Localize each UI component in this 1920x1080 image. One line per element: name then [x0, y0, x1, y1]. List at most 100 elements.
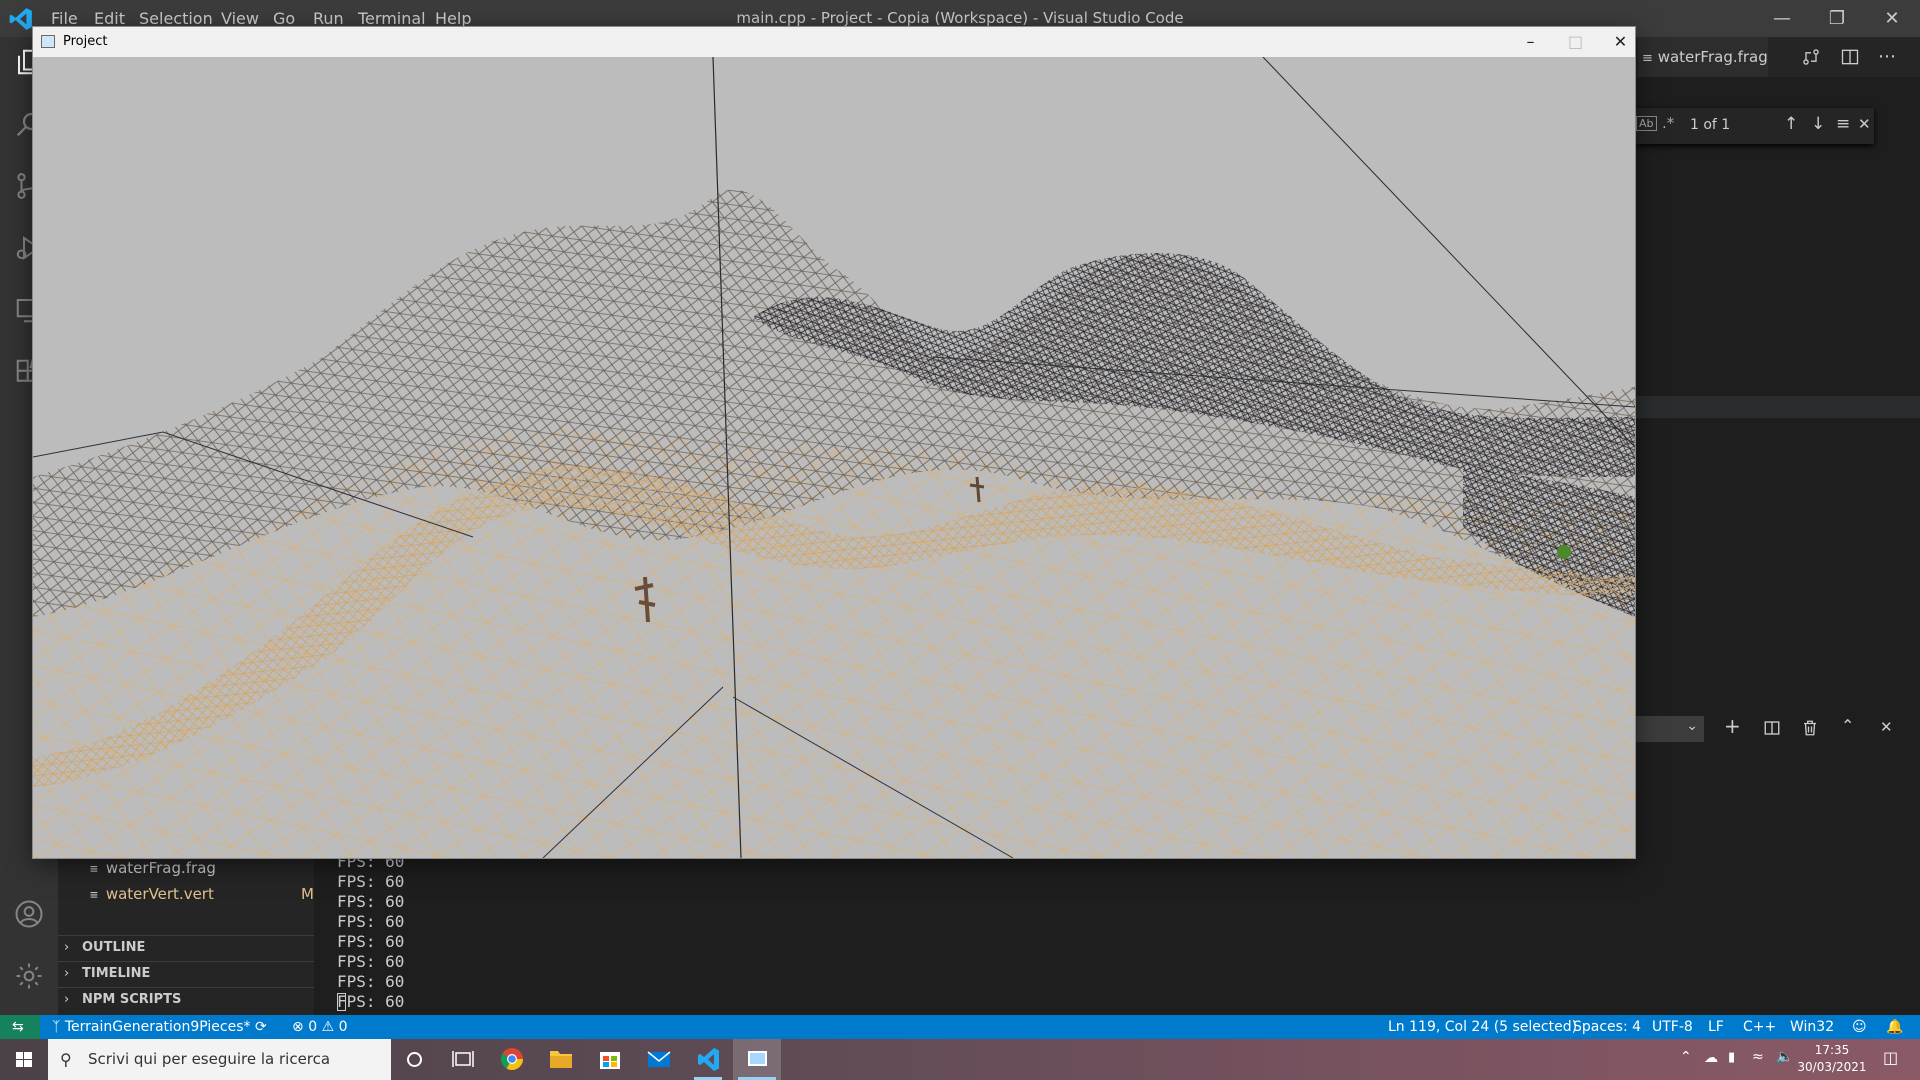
chevron-right-icon: › [64, 966, 70, 981]
terminal-line: FPS: 60 [337, 892, 405, 911]
desktop: File Edit Selection View Go Run Terminal… [0, 0, 1920, 1080]
file-lines-icon: ≡ [90, 862, 98, 877]
window-title: main.cpp - Project - Copia (Workspace) -… [736, 9, 1184, 27]
terminal-line: FPS: 60 [337, 872, 405, 891]
section-label: TIMELINE [82, 966, 151, 981]
indentation[interactable]: Spaces: 4 [1573, 1015, 1641, 1039]
new-terminal-icon[interactable]: + [1724, 714, 1741, 738]
onedrive-cloud-icon[interactable]: ☁ [1704, 1050, 1718, 1066]
file-item-watervert[interactable]: ≡ waterVert.vert M [90, 885, 314, 903]
file-name: waterVert.vert [105, 885, 214, 903]
file-item-waterfrag[interactable]: ≡ waterFrag.frag [90, 859, 216, 877]
split-terminal-icon[interactable] [1763, 719, 1781, 737]
file-name: waterFrag.frag [105, 859, 216, 877]
cursor-position[interactable]: Ln 119, Col 24 (5 selected) [1388, 1015, 1577, 1039]
status-bar: ⇆ ᛉ TerrainGeneration9Pieces* ⟳ ⊗ 0 ⚠ 0 … [0, 1015, 1920, 1039]
warning-icon: ⚠ [321, 1019, 335, 1035]
feedback-icon[interactable]: ☺ [1852, 1015, 1867, 1039]
line-ending[interactable]: LF [1708, 1015, 1724, 1039]
terminal-select[interactable]: ⌄ [1636, 716, 1704, 742]
section-npm-scripts[interactable]: › NPM SCRIPTS [58, 987, 314, 1013]
more-actions-icon[interactable]: ⋯ [1878, 46, 1896, 67]
task-view-icon[interactable] [439, 1039, 487, 1080]
chevron-right-icon: › [64, 992, 70, 1007]
match-word-icon[interactable]: Ab [1636, 116, 1657, 131]
clock-date: 30/03/2021 [1797, 1060, 1867, 1074]
branch-name: TerrainGeneration9Pieces* [64, 1019, 251, 1035]
section-label: NPM SCRIPTS [82, 992, 182, 1007]
file-lines-icon: ≡ [90, 888, 98, 903]
project-window-titlebar[interactable]: Project – □ ✕ [33, 27, 1635, 57]
section-timeline[interactable]: › TIMELINE [58, 961, 314, 987]
find-widget: Ab .* 1 of 1 ↑ ↓ ≡ ✕ [1636, 108, 1874, 144]
vscode-taskbar-icon[interactable] [684, 1039, 732, 1080]
git-branch-icon: ᛉ [52, 1019, 61, 1035]
accounts-icon[interactable] [14, 899, 44, 929]
warning-count: 0 [338, 1019, 348, 1035]
trash-icon[interactable] [1801, 719, 1819, 737]
branch-indicator[interactable]: ᛉ TerrainGeneration9Pieces* [52, 1015, 251, 1039]
error-count: 0 [308, 1019, 318, 1035]
terminal-line: FPS: 60 [337, 992, 405, 1011]
battery-icon[interactable]: ▮ [1728, 1050, 1735, 1065]
project-window-title: Project [63, 34, 108, 49]
cortana-icon[interactable] [391, 1039, 439, 1080]
wifi-icon[interactable]: ≈ [1752, 1049, 1764, 1065]
render-viewport[interactable] [33, 57, 1635, 858]
tray-clock[interactable]: 17:35 30/03/2021 [1790, 1042, 1874, 1076]
close-icon[interactable]: ✕ [1869, 4, 1915, 34]
problems-indicator[interactable]: ⊗ 0 ⚠ 0 [292, 1015, 348, 1039]
app-window-icon [41, 35, 55, 48]
taskbar-search[interactable]: ⚲ Scrivi qui per eseguire la ricerca [48, 1039, 391, 1080]
encoding[interactable]: UTF-8 [1652, 1015, 1693, 1039]
remote-icon: ⇆ [12, 1019, 24, 1035]
compare-changes-icon[interactable] [1801, 47, 1821, 67]
tab-label: waterFrag.frag [1657, 48, 1768, 66]
sync-icon[interactable]: ⟳ [255, 1015, 267, 1039]
action-center-icon[interactable]: ◫ [1883, 1048, 1898, 1067]
remote-indicator[interactable]: ⇆ [0, 1015, 40, 1039]
split-editor-icon[interactable] [1840, 47, 1860, 67]
terminal-line: FPS: 60 [337, 912, 405, 931]
error-icon: ⊗ [292, 1019, 304, 1035]
settings-gear-icon[interactable] [14, 961, 44, 991]
magnifier-icon: ⚲ [60, 1050, 72, 1069]
minimize-icon[interactable]: — [1759, 4, 1805, 34]
git-modified-badge: M [301, 885, 314, 903]
project-window[interactable]: Project – □ ✕ [33, 27, 1635, 858]
project-taskbar-button[interactable] [733, 1039, 781, 1080]
platform[interactable]: Win32 [1790, 1015, 1834, 1039]
chrome-icon[interactable] [488, 1039, 536, 1080]
close-icon[interactable]: ✕ [1598, 27, 1643, 57]
notifications-bell-icon[interactable]: 🔔 [1886, 1015, 1903, 1039]
mail-icon[interactable] [635, 1039, 683, 1080]
tray-chevron-up-icon[interactable]: ⌃ [1680, 1049, 1692, 1065]
chevron-right-icon: › [64, 940, 70, 955]
tab-waterfrag[interactable]: ≡ waterFrag.frag [1638, 37, 1768, 77]
close-panel-icon[interactable]: ✕ [1880, 718, 1893, 736]
maximize-icon[interactable]: □ [1553, 27, 1598, 57]
arrow-up-icon[interactable]: ↑ [1784, 114, 1798, 134]
chevron-down-icon: ⌄ [1686, 718, 1698, 734]
maximize-panel-icon[interactable]: ⌃ [1841, 716, 1854, 735]
file-lines-icon: ≡ [1642, 51, 1653, 66]
section-label: OUTLINE [82, 940, 146, 955]
regex-icon[interactable]: .* [1662, 114, 1674, 132]
windows-start-icon[interactable] [0, 1039, 48, 1080]
arrow-down-icon[interactable]: ↓ [1811, 114, 1825, 134]
minimize-icon[interactable]: – [1508, 27, 1553, 57]
file-explorer-icon[interactable] [537, 1039, 585, 1080]
current-line-highlight [1636, 396, 1920, 418]
close-find-icon[interactable]: ✕ [1858, 115, 1871, 133]
find-in-selection-icon[interactable]: ≡ [1836, 114, 1850, 134]
terminal-line: FPS: 60 [337, 952, 405, 971]
search-placeholder: Scrivi qui per eseguire la ricerca [88, 1050, 331, 1068]
store-icon[interactable] [586, 1039, 634, 1080]
wireframe-terrain-render [33, 57, 1635, 858]
windows-taskbar: ⚲ Scrivi qui per eseguire la ricerca ⌃ ☁… [0, 1039, 1920, 1080]
restore-icon[interactable]: ❐ [1814, 4, 1860, 34]
terminal-line: FPS: 60 [337, 972, 405, 991]
language-mode[interactable]: C++ [1743, 1015, 1776, 1039]
clock-time: 17:35 [1814, 1043, 1850, 1057]
section-outline[interactable]: › OUTLINE [58, 935, 314, 961]
